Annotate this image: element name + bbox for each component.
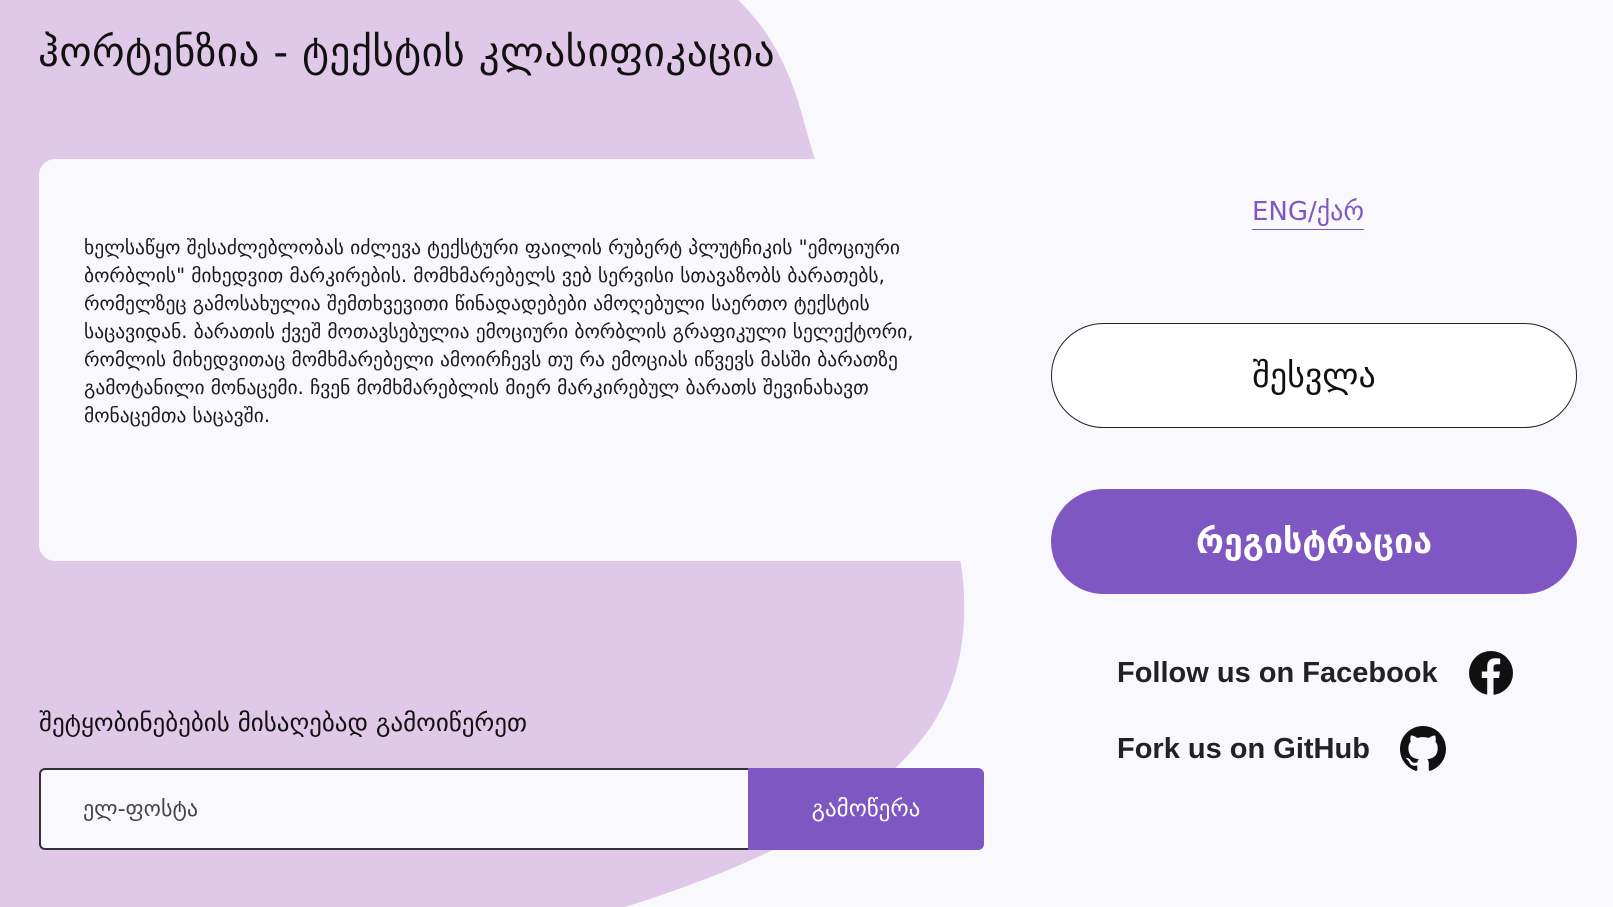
register-button[interactable]: რეგისტრაცია (1051, 489, 1577, 594)
github-icon (1399, 726, 1446, 771)
facebook-link[interactable]: Follow us on Facebook (1117, 650, 1514, 696)
subscribe-button[interactable]: გამოწერა (748, 768, 984, 850)
facebook-icon (1468, 651, 1513, 696)
language-toggle-link[interactable]: ENG/ქარ (1252, 195, 1365, 230)
newsletter-heading: შეტყობინებების მისაღებად გამოიწერეთ (39, 708, 528, 737)
page-title: ჰორტენზია - ტექსტის კლასიფიკაცია (38, 28, 776, 76)
github-link-label: Fork us on GitHub (1117, 732, 1370, 765)
subscribe-form: გამოწერა (39, 768, 984, 850)
about-card: ხელსაწყო შესაძლებლობას იძლევა ტექსტური ფ… (39, 159, 984, 561)
login-button[interactable]: შესვლა (1051, 323, 1577, 428)
email-input[interactable] (39, 768, 748, 850)
facebook-link-label: Follow us on Facebook (1117, 656, 1438, 689)
about-description: ხელსაწყო შესაძლებლობას იძლევა ტექსტური ფ… (84, 236, 914, 427)
github-link[interactable]: Fork us on GitHub (1117, 726, 1446, 772)
